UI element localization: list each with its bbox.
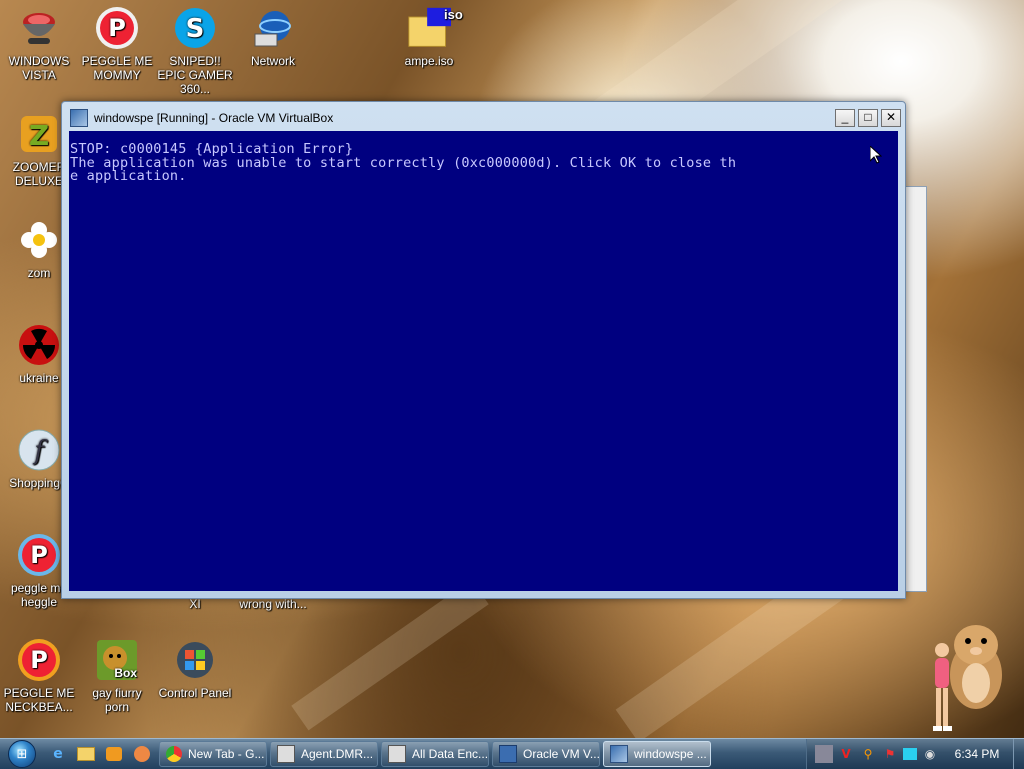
svg-text:P: P: [30, 541, 48, 569]
tray-display-icon[interactable]: [903, 748, 917, 760]
start-button[interactable]: ⊞: [0, 739, 44, 769]
windows-logo-icon: ⊞: [8, 740, 36, 768]
desktop-icon-control-panel[interactable]: Control Panel: [157, 638, 233, 700]
box-badge: Box: [114, 666, 137, 680]
bsod-line: e application.: [70, 168, 187, 184]
taskbar-button-label: All Data Enc...: [412, 747, 489, 761]
tray-app-icon[interactable]: [815, 745, 833, 763]
desktop-icon-peggle-me-neckbea[interactable]: P PEGGLE ME NECKBEA...: [1, 638, 77, 714]
taskbar-button-windowspe[interactable]: windowspe ...: [603, 741, 711, 767]
app-icon: [134, 746, 150, 762]
desktop-icon-label: SNIPED!! EPIC GAMER 360...: [157, 54, 233, 96]
quicklaunch-ie[interactable]: e: [44, 739, 72, 769]
desktop-icon-ampe-iso[interactable]: iso ampe.iso: [391, 6, 467, 69]
vista-pot-icon: [17, 6, 61, 50]
skype-icon: S: [173, 6, 217, 50]
hamster-gadget: [950, 625, 1002, 709]
virtualbox-icon: [70, 109, 88, 127]
zoomer-icon: Z: [17, 112, 61, 156]
quicklaunch-explorer[interactable]: [72, 739, 100, 769]
svg-text:P: P: [30, 646, 48, 674]
peggle-icon: P: [17, 638, 61, 682]
taskbar-button-label: Oracle VM V...: [523, 747, 600, 761]
desktop-icon-gay-fiurry[interactable]: Box gay fiurry porn: [79, 638, 155, 714]
wallpaper-streak: [291, 579, 489, 731]
tray-flag-icon[interactable]: ⚑: [881, 745, 899, 763]
desktop-icon-label: wrong with...: [239, 597, 307, 611]
flash-icon: f: [17, 428, 61, 472]
close-button[interactable]: ✕: [881, 109, 901, 127]
taskbar-button-oracle-vm[interactable]: Oracle VM V...: [492, 741, 600, 767]
radiation-icon: [17, 323, 61, 367]
taskbar: ⊞ e New Tab - G... Agent.DMR... All Data…: [0, 738, 1024, 769]
box-hamster-icon: Box: [95, 638, 139, 682]
tray-search-icon[interactable]: ⚲: [859, 745, 877, 763]
control-panel-icon: [173, 638, 217, 682]
desktop-icon-label: gay fiurry porn: [92, 686, 142, 714]
taskbar-button-label: New Tab - G...: [188, 747, 265, 761]
desktop-icon-label: Network: [250, 54, 295, 68]
window-app-icon: [277, 745, 295, 763]
virtualbox-window[interactable]: windowspe [Running] - Oracle VM VirtualB…: [61, 101, 906, 599]
desktop-icon-label: PEGGLE ME NECKBEA...: [3, 686, 75, 714]
desktop-icon-label: Control Panel: [158, 686, 232, 700]
desktop-icon-label: XI: [189, 597, 201, 611]
window-title: windowspe [Running] - Oracle VM VirtualB…: [94, 111, 334, 125]
quicklaunch-app[interactable]: [128, 739, 156, 769]
desktop-icon-label: WINDOWS VISTA: [8, 54, 70, 82]
flower-icon: [17, 218, 61, 262]
desktop-icon-xi[interactable]: XI: [157, 597, 233, 611]
internet-explorer-icon: e: [53, 746, 63, 762]
bsod-text: STOP: c0000145 {Application Error} The a…: [69, 131, 898, 184]
taskbar-button-agent[interactable]: Agent.DMR...: [270, 741, 378, 767]
desktop-icon-network[interactable]: Network: [235, 6, 311, 68]
folder-iso-icon: iso: [407, 6, 463, 50]
svg-text:Z: Z: [29, 119, 49, 152]
taskbar-button-all-data[interactable]: All Data Enc...: [381, 741, 489, 767]
network-globe-icon: [251, 6, 295, 50]
desktop-icon-wrong-with[interactable]: wrong with...: [235, 597, 311, 611]
mouse-cursor-icon: [870, 146, 882, 164]
window-app-icon: [388, 745, 406, 763]
chrome-icon: [166, 746, 182, 762]
taskbar-button-chrome[interactable]: New Tab - G...: [159, 741, 267, 767]
minimize-button[interactable]: _: [835, 109, 855, 127]
taskbar-button-label: Agent.DMR...: [301, 747, 374, 761]
virtualbox-cube-icon: [499, 745, 517, 763]
tray-volume-icon[interactable]: ◉: [921, 745, 939, 763]
vm-display[interactable]: STOP: c0000145 {Application Error} The a…: [69, 131, 898, 591]
desktop-icon-sniped[interactable]: S SNIPED!! EPIC GAMER 360...: [157, 6, 233, 96]
peggle-icon: P: [17, 533, 61, 577]
desktop-icon-label: ampe.iso: [404, 54, 454, 68]
window-titlebar[interactable]: windowspe [Running] - Oracle VM VirtualB…: [66, 107, 901, 129]
media-player-icon: [106, 747, 122, 761]
svg-text:P: P: [108, 14, 126, 42]
show-desktop-button[interactable]: [1013, 739, 1024, 769]
system-tray: V ⚲ ⚑ ◉ 6:34 PM: [806, 739, 1024, 769]
virtualbox-icon: [610, 745, 628, 763]
taskbar-clock[interactable]: 6:34 PM: [941, 747, 1013, 761]
iso-badge: iso: [444, 7, 463, 22]
folder-icon: [77, 747, 95, 761]
maximize-button[interactable]: □: [858, 109, 878, 127]
desktop-icon-label: PEGGLE ME MOMMY: [81, 54, 153, 82]
quicklaunch-media-player[interactable]: [100, 739, 128, 769]
tray-antivirus-icon[interactable]: V: [837, 745, 855, 763]
svg-text:S: S: [186, 14, 205, 44]
desktop-icon-windows-vista[interactable]: WINDOWS VISTA: [1, 6, 77, 82]
peggle-icon: P: [95, 6, 139, 50]
taskbar-button-label: windowspe ...: [634, 747, 707, 761]
desktop-icon-peggle-me-mommy[interactable]: P PEGGLE ME MOMMY: [79, 6, 155, 82]
